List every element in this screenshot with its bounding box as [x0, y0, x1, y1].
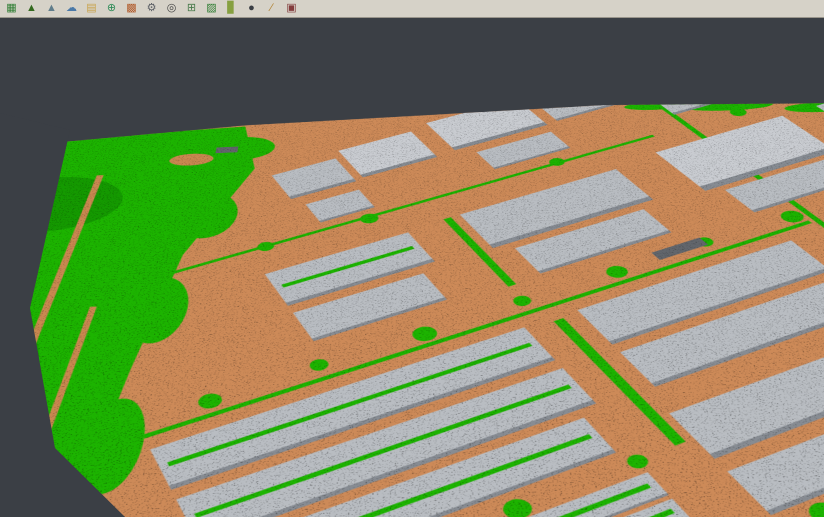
color-table-icon[interactable]: ▤: [82, 0, 101, 17]
mesh-icon[interactable]: ▩: [122, 0, 141, 17]
slope-icon[interactable]: ▲: [42, 0, 61, 17]
main-toolbar: ▦▲▲☁▤⊕▩⚙◎⊞▨▊●∕▣: [0, 0, 824, 18]
snapshot-icon[interactable]: ▣: [282, 0, 301, 17]
histogram-icon[interactable]: ▊: [222, 0, 241, 17]
3d-viewport[interactable]: [0, 18, 824, 517]
crosshair-icon[interactable]: ◎: [162, 0, 181, 17]
globe-icon[interactable]: ⊕: [102, 0, 121, 17]
point-cloud-scene: [0, 80, 824, 517]
point-noise-overlay: [0, 80, 824, 517]
fit-view-icon[interactable]: ⊞: [182, 0, 201, 17]
application-window: ▦▲▲☁▤⊕▩⚙◎⊞▨▊●∕▣: [0, 0, 824, 517]
settings-icon[interactable]: ⚙: [142, 0, 161, 17]
point-cloud-icon[interactable]: ☁: [62, 0, 81, 17]
measure-icon[interactable]: ∕: [262, 0, 281, 17]
grid-layers-icon[interactable]: ▦: [2, 0, 21, 17]
sphere-icon[interactable]: ●: [242, 0, 261, 17]
classify-icon[interactable]: ▨: [202, 0, 221, 17]
point-cloud-render: [0, 80, 824, 517]
terrain-icon[interactable]: ▲: [22, 0, 41, 17]
